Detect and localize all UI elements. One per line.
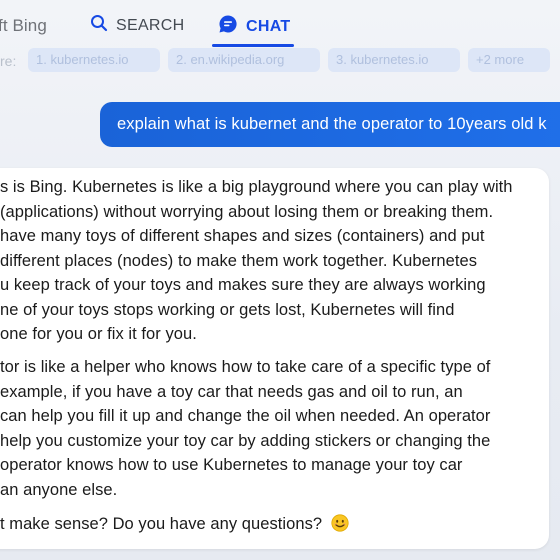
source-chip[interactable]: 2. en.wikipedia.org — [168, 48, 320, 72]
response-line: u keep track of your toys and makes sure… — [0, 276, 486, 294]
header: ft Bing SEARCH CHAT — [0, 0, 560, 48]
response-line: s is Bing. Kubernetes is like a big play… — [0, 178, 513, 196]
user-message-text: explain what is kubernet and the operato… — [117, 115, 547, 133]
response-closing-line: t make sense? Do you have any questions? — [0, 514, 349, 534]
bot-response: s is Bing. Kubernetes is like a big play… — [0, 168, 549, 549]
response-line: example, if you have a toy car that need… — [0, 382, 463, 401]
tab-search[interactable]: SEARCH — [90, 14, 184, 37]
search-icon — [90, 14, 108, 37]
response-line: ne of your toys stops working or gets lo… — [0, 300, 455, 319]
brand-name: ft Bing — [0, 16, 47, 35]
more-sources-chip[interactable]: +2 more — [468, 48, 550, 72]
response-line: one for you or fix it for you. — [0, 325, 197, 343]
response-line: (applications) without worrying about lo… — [0, 202, 494, 221]
sources-prefix: re: — [0, 53, 17, 69]
response-line: tor is like a helper who knows how to ta… — [0, 358, 491, 376]
smiling-face-icon — [331, 514, 349, 532]
source-chip[interactable]: 1. kubernetes.io — [28, 48, 160, 72]
response-line: operator knows how to use Kubernetes to … — [0, 456, 463, 474]
tab-search-label: SEARCH — [116, 16, 185, 34]
response-line: help you customize your toy car by addin… — [0, 431, 491, 450]
bing-chat-page: ft Bing SEARCH CHAT re: 1. kubernetes.io… — [0, 0, 560, 560]
tab-chat-label: CHAT — [246, 17, 291, 35]
active-tab-indicator — [212, 44, 294, 47]
response-line: different places (nodes) to make them wo… — [0, 251, 478, 270]
response-line: can help you fill it up and change the o… — [0, 407, 491, 425]
user-message: explain what is kubernet and the operato… — [100, 102, 560, 147]
tab-chat[interactable]: CHAT — [218, 14, 290, 39]
source-chip[interactable]: 3. kubernetes.io — [328, 48, 460, 72]
response-line: an anyone else. — [0, 480, 118, 499]
response-line: have many toys of different shapes and s… — [0, 227, 485, 245]
sources-row: re: 1. kubernetes.io 2. en.wikipedia.org… — [0, 48, 560, 74]
chat-bubble-icon — [218, 14, 238, 39]
response-closing-text: t make sense? Do you have any questions? — [0, 515, 323, 533]
